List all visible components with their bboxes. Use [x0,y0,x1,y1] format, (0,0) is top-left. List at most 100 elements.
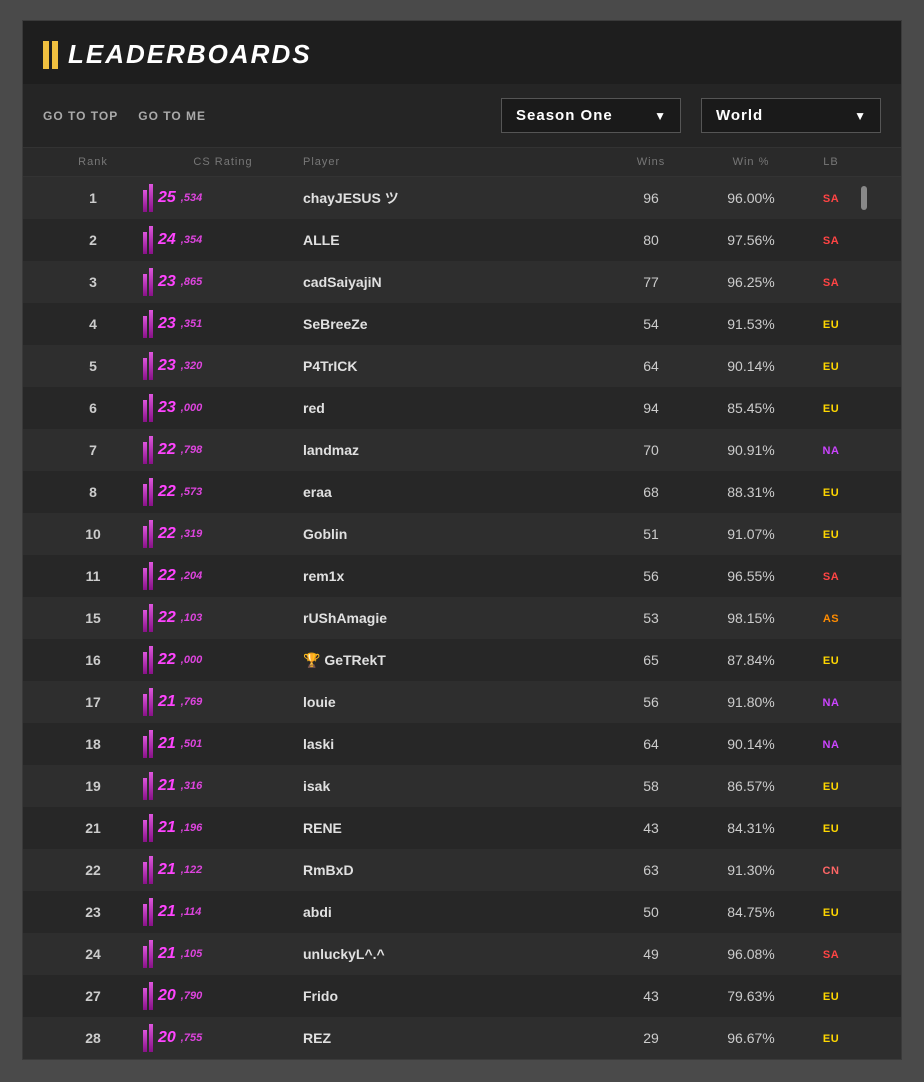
rating-display: 25,534 [143,184,303,212]
rank-value: 5 [43,358,143,374]
table-row[interactable]: 23 21,114 abdi 50 84.75% EU [23,891,901,933]
table-row[interactable]: 17 21,769 louie 56 91.80% NA [23,681,901,723]
winpct-value: 85.45% [701,400,801,416]
rating-display: 21,122 [143,856,303,884]
wins-value: 53 [601,610,701,626]
rating-bar-tall [149,436,153,464]
rating-bars-icon [143,352,153,380]
rating-bars-icon [143,604,153,632]
world-dropdown[interactable]: World ▼ [701,98,881,133]
rating-value-big: 21 [158,819,176,837]
rating-value-big: 22 [158,525,176,543]
rating-value-small: ,316 [181,780,202,792]
winpct-value: 90.91% [701,442,801,458]
rating-value-big: 20 [158,1029,176,1047]
region-label: AS [819,611,843,627]
table-row[interactable]: 10 22,319 Goblin 51 91.07% EU [23,513,901,555]
table-row[interactable]: 1 25,534 chayJESUS ツ 96 96.00% SA [23,177,901,219]
table-row[interactable]: 3 23,865 cadSaiyajiN 77 96.25% SA [23,261,901,303]
winpct-value: 96.08% [701,946,801,962]
rating-value-big: 22 [158,441,176,459]
go-to-top-button[interactable]: GO TO TOP [43,109,118,123]
scrollbar[interactable] [861,186,881,210]
leaderboard-container: LEADERBOARDS GO TO TOP GO TO ME Season O… [22,20,902,1060]
player-name: Frido [303,988,601,1004]
region-label: EU [819,401,843,417]
bar-icon-1 [43,41,49,69]
rating-bar-tall [149,1024,153,1052]
rating-value-small: ,351 [181,318,202,330]
region-label: SA [819,191,843,207]
table-body: 1 25,534 chayJESUS ツ 96 96.00% SA 2 24,3… [23,177,901,1059]
rating-display: 22,204 [143,562,303,590]
rating-value-small: ,354 [181,234,202,246]
table-row[interactable]: 8 22,573 eraa 68 88.31% EU [23,471,901,513]
rating-value-small: ,769 [181,696,202,708]
rating-bar-tall [149,184,153,212]
table-row[interactable]: 16 22,000 🏆 GeTRekT 65 87.84% EU [23,639,901,681]
table-row[interactable]: 7 22,798 landmaz 70 90.91% NA [23,429,901,471]
table-row[interactable]: 5 23,320 P4TrICK 64 90.14% EU [23,345,901,387]
table-row[interactable]: 22 21,122 RmBxD 63 91.30% CN [23,849,901,891]
rating-value-small: ,105 [181,948,202,960]
rating-value-small: ,000 [181,654,202,666]
bar-icon-2 [52,41,58,69]
rating-bar-short [143,484,147,506]
rating-display: 23,320 [143,352,303,380]
rating-bar-tall [149,520,153,548]
rating-bars-icon [143,940,153,968]
wins-value: 70 [601,442,701,458]
rating-bars-icon [143,394,153,422]
rating-value-big: 23 [158,315,176,333]
rating-bar-short [143,778,147,800]
table-row[interactable]: 24 21,105 unluckyL^.^ 49 96.08% SA [23,933,901,975]
rating-value-small: ,122 [181,864,202,876]
rating-bar-tall [149,730,153,758]
rating-value-small: ,573 [181,486,202,498]
rating-display: 21,114 [143,898,303,926]
table-row[interactable]: 15 22,103 rUShAmagie 53 98.15% AS [23,597,901,639]
table-row[interactable]: 4 23,351 SeBreeZe 54 91.53% EU [23,303,901,345]
rating-value-small: ,798 [181,444,202,456]
table-row[interactable]: 6 23,000 red 94 85.45% EU [23,387,901,429]
winpct-value: 91.30% [701,862,801,878]
table-row[interactable]: 28 20,755 REZ 29 96.67% EU [23,1017,901,1059]
winpct-value: 86.57% [701,778,801,794]
wins-value: 65 [601,652,701,668]
rating-display: 21,501 [143,730,303,758]
season-dropdown[interactable]: Season One ▼ [501,98,681,133]
region-badge: EU [801,777,861,795]
wins-value: 56 [601,694,701,710]
table-row[interactable]: 11 22,204 rem1x 56 96.55% SA [23,555,901,597]
rank-value: 1 [43,190,143,206]
rating-bar-short [143,610,147,632]
player-name: 🏆 GeTRekT [303,652,601,669]
table-row[interactable]: 18 21,501 laski 64 90.14% NA [23,723,901,765]
table-row[interactable]: 21 21,196 RENE 43 84.31% EU [23,807,901,849]
winpct-value: 97.56% [701,232,801,248]
table-row[interactable]: 2 24,354 ALLE 80 97.56% SA [23,219,901,261]
rating-display: 22,319 [143,520,303,548]
rating-display: 21,105 [143,940,303,968]
wins-value: 29 [601,1030,701,1046]
winpct-value: 90.14% [701,736,801,752]
rating-display: 22,103 [143,604,303,632]
table-row[interactable]: 27 20,790 Frido 43 79.63% EU [23,975,901,1017]
winpct-value: 79.63% [701,988,801,1004]
rating-bar-short [143,820,147,842]
rank-value: 6 [43,400,143,416]
region-badge: EU [801,987,861,1005]
table-row[interactable]: 19 21,316 isak 58 86.57% EU [23,765,901,807]
wins-value: 56 [601,568,701,584]
rating-value-small: ,103 [181,612,202,624]
wins-value: 64 [601,358,701,374]
go-to-me-button[interactable]: GO TO ME [138,109,206,123]
rating-bars-icon [143,772,153,800]
rating-value-big: 21 [158,693,176,711]
player-name: landmaz [303,442,601,458]
rating-bar-tall [149,772,153,800]
rating-value-big: 21 [158,903,176,921]
rating-display: 23,000 [143,394,303,422]
rating-value-big: 21 [158,735,176,753]
region-label: EU [819,905,843,921]
